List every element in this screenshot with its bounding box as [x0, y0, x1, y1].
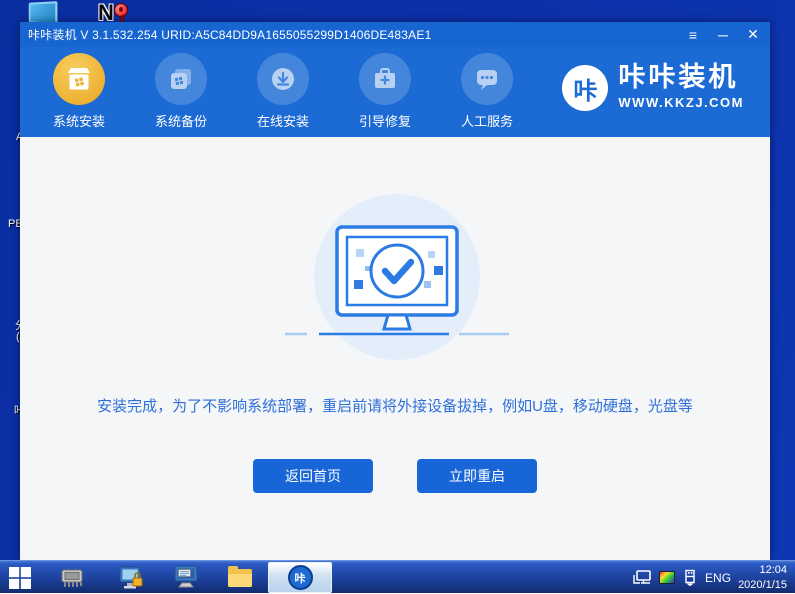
clock[interactable]: 12:04 2020/1/15	[738, 563, 791, 592]
close-icon[interactable]: ✕	[742, 24, 764, 45]
nav-label: 人工服务	[460, 114, 513, 129]
nav-item-human-support[interactable]: 人工服务	[436, 53, 538, 130]
system-tray: ENG 12:04 2020/1/15	[632, 561, 791, 594]
nav-label: 系统安装	[52, 114, 105, 129]
keyhole-dot	[119, 7, 123, 12]
menu-icon[interactable]: ≡	[682, 24, 704, 45]
brand-circle-icon: 咔	[562, 65, 609, 111]
restart-now-button[interactable]: 立即重启	[417, 459, 537, 493]
monitor-check-success-illustration	[285, 194, 509, 360]
boot-repair-toolbox-icon	[359, 53, 411, 105]
nav-item-system-install[interactable]: 系统安装	[28, 53, 130, 130]
install-box-icon	[53, 53, 105, 105]
nav-item-system-backup[interactable]: 系统备份	[130, 53, 232, 130]
nav-label: 在线安装	[256, 114, 309, 129]
usb-icon[interactable]	[682, 569, 698, 587]
backup-layers-icon	[155, 53, 207, 105]
taskbar-kaka-active-app[interactable]: 咔	[268, 562, 332, 593]
brand-logo: 咔 咔咔装机 WWW.KKZJ.COM	[562, 62, 744, 111]
brand-name: 咔咔装机	[618, 62, 739, 92]
completion-message: 安装完成，为了不影响系统部署，重启前请将外接设备拔掉，例如U盘，移动硬盘，光盘等	[97, 398, 693, 415]
nav-bar: 系统安装 系统备份 在线安装 引导修复 人工服务	[28, 53, 538, 130]
kaka-app-icon: 咔	[287, 565, 313, 590]
network-icon[interactable]	[632, 569, 652, 586]
language-indicator[interactable]: ENG	[705, 571, 731, 585]
taskbar: 咔 ENG 12:04 2020/1/15	[0, 560, 795, 593]
header: 系统安装 系统备份 在线安装 引导修复 人工服务 咔 咔咔装机 WWW.KKZJ…	[20, 47, 770, 137]
window-title: 咔咔装机 V 3.1.532.254 URID:A5C84DD9A1655055…	[28, 28, 432, 42]
nav-label: 引导修复	[358, 114, 411, 129]
return-home-button[interactable]: 返回首页	[253, 459, 373, 493]
tray-time: 12:04	[759, 564, 787, 577]
kaka-installer-window: 咔咔装机 V 3.1.532.254 URID:A5C84DD9A1655055…	[20, 22, 770, 560]
main-content: 安装完成，为了不影响系统部署，重启前请将外接设备拔掉，例如U盘，移动硬盘，光盘等…	[20, 137, 770, 560]
tray-date: 2020/1/15	[738, 578, 787, 591]
support-chat-icon	[461, 53, 513, 105]
online-download-icon	[257, 53, 309, 105]
nav-item-online-install[interactable]: 在线安装	[232, 53, 334, 130]
taskbar-remote-desktop-app-icon[interactable]	[172, 564, 200, 591]
titlebar[interactable]: 咔咔装机 V 3.1.532.254 URID:A5C84DD9A1655055…	[20, 22, 770, 47]
brand-site: WWW.KKZJ.COM	[618, 94, 744, 110]
taskbar-chip-app-icon[interactable]	[58, 564, 86, 591]
n-glyph: N	[98, 0, 114, 25]
nav-label: 系统备份	[154, 114, 207, 129]
taskbar-file-explorer-icon[interactable]	[226, 564, 254, 591]
nav-item-boot-repair[interactable]: 引导修复	[334, 53, 436, 130]
display-color-icon[interactable]	[659, 571, 676, 584]
windows-start-button[interactable]	[6, 564, 34, 591]
taskbar-lock-monitor-app-icon[interactable]	[118, 564, 146, 591]
minimize-icon[interactable]: ─	[712, 24, 734, 45]
